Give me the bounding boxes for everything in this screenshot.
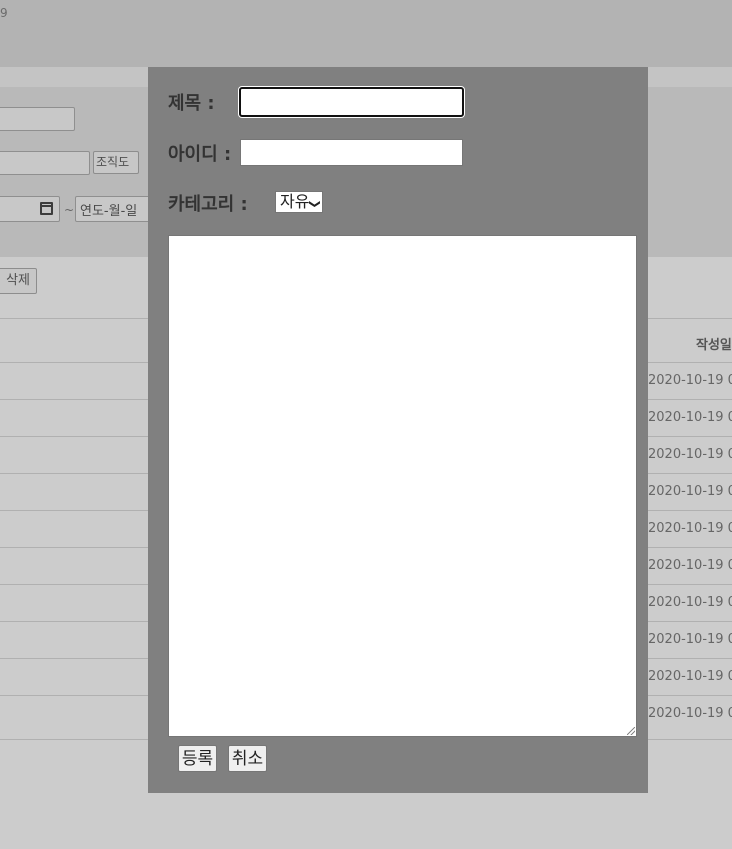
content-textarea[interactable] — [168, 235, 637, 737]
table-cell-date: 2020-10-19 0 — [648, 410, 732, 425]
column-header-date: 작성일 — [696, 338, 732, 353]
calendar-icon[interactable] — [40, 202, 53, 215]
delete-button[interactable]: 삭제 — [0, 268, 37, 294]
table-cell-date: 2020-10-19 0 — [648, 447, 732, 462]
table-cell-date: 2020-10-19 0 — [648, 521, 732, 536]
submit-button[interactable]: 등록 — [178, 745, 217, 772]
table-cell-date: 2020-10-19 0 — [648, 632, 732, 647]
category-select[interactable]: 자유❯ — [275, 191, 323, 213]
table-cell-date: 2020-10-19 0 — [648, 373, 732, 388]
category-label: 카테고리 : — [168, 194, 248, 215]
table-cell-date: 2020-10-19 0 — [648, 706, 732, 721]
table-cell-date: 2020-10-19 0 — [648, 669, 732, 684]
write-post-modal: 제목 : 아이디 : 카테고리 : 자유❯ 등록 취소 — [148, 67, 648, 793]
date-separator: ~ — [64, 203, 75, 217]
search-input-2[interactable] — [0, 151, 90, 175]
id-label: 아이디 : — [168, 144, 232, 165]
table-cell-date: 2020-10-19 0 — [648, 595, 732, 610]
org-chart-button[interactable]: 조직도 — [93, 151, 139, 174]
title-label: 제목 : — [168, 93, 215, 114]
title-input[interactable] — [239, 87, 464, 117]
table-cell-date: 2020-10-19 0 — [648, 484, 732, 499]
cancel-button[interactable]: 취소 — [228, 745, 267, 772]
header-text: 9 — [0, 6, 8, 20]
resize-handle-icon[interactable] — [627, 727, 635, 735]
search-input-1[interactable] — [0, 107, 75, 131]
id-input[interactable] — [240, 139, 463, 166]
chevron-down-icon: ❯ — [309, 199, 323, 209]
end-date-input[interactable]: 연도-월-일 — [75, 196, 155, 222]
table-cell-date: 2020-10-19 0 — [648, 558, 732, 573]
page-header: 9 — [0, 0, 732, 67]
